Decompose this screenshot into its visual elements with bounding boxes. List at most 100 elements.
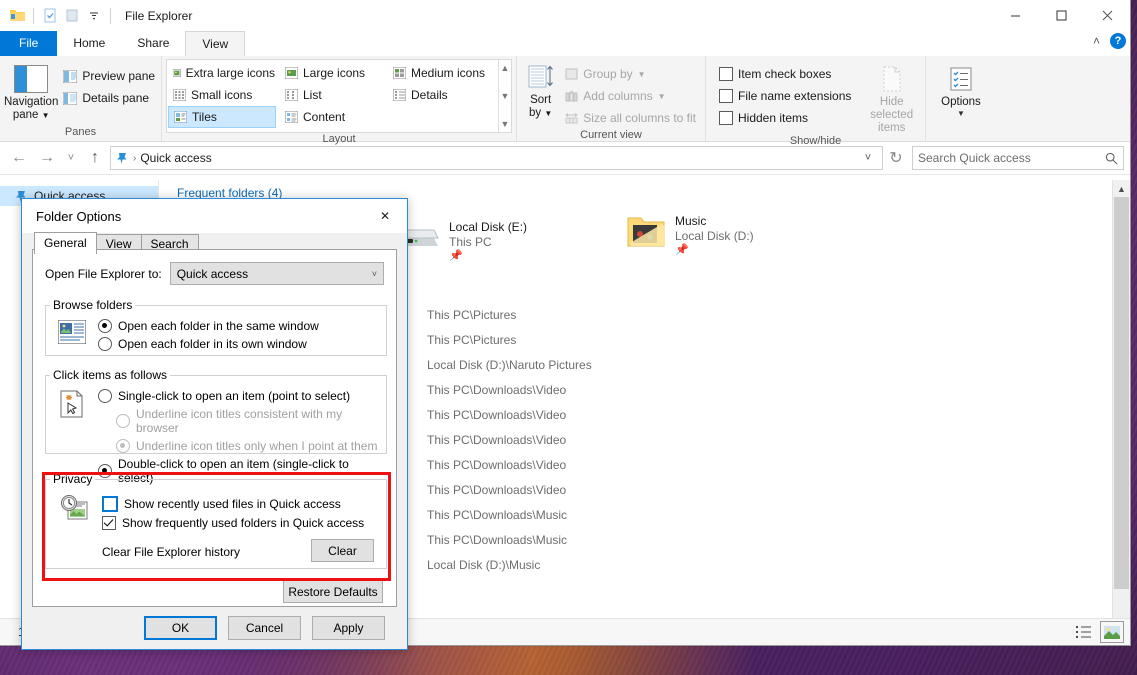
file-name-extensions-option[interactable]: File name extensions [714, 85, 856, 107]
browse-own-window-label: Open each folder in its own window [118, 337, 307, 351]
details-pane-button[interactable]: Details pane [58, 87, 160, 109]
tab-file[interactable]: File [0, 31, 58, 56]
apply-button[interactable]: Apply [312, 616, 385, 640]
sort-by-button[interactable]: Sort by ▼ [521, 61, 560, 120]
ribbon-group-show-hide-label: Show/hide [789, 135, 842, 147]
tile-text: Local Disk (E:) This PC 📌 [449, 220, 527, 263]
scrollbar-thumb[interactable] [1114, 197, 1129, 589]
show-frequent-folders-option[interactable]: Show frequently used folders in Quick ac… [102, 516, 364, 530]
clear-button[interactable]: Clear [311, 539, 374, 562]
customize-chevron-icon[interactable] [83, 5, 105, 27]
size-columns-label: Size all columns to fit [583, 111, 696, 125]
browse-folders-group: Browse folders Open each folder in the s… [45, 298, 387, 356]
preview-pane-button[interactable]: Preview pane [58, 65, 160, 87]
browse-folders-icon [57, 319, 87, 347]
hidden-items-checkbox[interactable] [719, 111, 733, 125]
minimize-button[interactable] [992, 0, 1038, 31]
large-icons-view-button[interactable] [1100, 621, 1124, 643]
layout-content-label: Content [303, 110, 346, 124]
underline-browser-option: Underline icon titles consistent with my… [116, 407, 386, 435]
layout-gallery-scroll[interactable]: ▲ ▼ ▼ [498, 60, 511, 132]
browse-same-window-radio[interactable] [98, 319, 112, 333]
hide-selected-items-button[interactable]: Hide selected items [862, 61, 921, 135]
details-view-button[interactable] [1073, 622, 1095, 642]
properties-icon[interactable] [39, 5, 61, 27]
tab-general[interactable]: General [34, 232, 97, 254]
vertical-scrollbar[interactable]: ▲ ▼ [1112, 180, 1130, 645]
file-row-path: Local Disk (D:)\Naruto Pictures [427, 358, 592, 372]
collapse-ribbon-icon[interactable]: ˄ [1093, 34, 1100, 48]
restore-defaults-button[interactable]: Restore Defaults [283, 580, 383, 603]
ribbon-group-panes: Navigation pane ▼ Preview pane Details pa… [0, 56, 162, 141]
add-columns-chevron-icon: ▼ [657, 91, 666, 101]
layout-scroll-more-icon[interactable]: ▼ [501, 119, 510, 129]
layout-large-icons[interactable]: Large icons [280, 62, 388, 84]
breadcrumb-quick-access[interactable]: Quick access [140, 151, 211, 165]
add-columns-icon [565, 90, 578, 102]
show-recent-files-checkbox[interactable] [102, 496, 118, 512]
layout-list-label: List [303, 88, 322, 102]
layout-scroll-up-icon[interactable]: ▲ [501, 63, 510, 73]
click-items-icon [60, 390, 86, 421]
ribbon-group-show-hide: Item check boxes File name extensions Hi… [706, 56, 926, 147]
add-columns-button[interactable]: Add columns ▼ [560, 85, 701, 107]
navigation-pane-button[interactable]: Navigation pane ▼ [4, 61, 58, 122]
hide-selected-items-label: Hide selected items [870, 96, 914, 134]
tile-local-disk-e[interactable]: Local Disk (E:) This PC 📌 [396, 220, 527, 263]
tab-home[interactable]: Home [57, 31, 121, 56]
open-file-explorer-to-select[interactable]: Quick access ˅ [169, 262, 384, 285]
browse-own-window-radio[interactable] [98, 337, 112, 351]
underline-browser-label: Underline icon titles consistent with my… [136, 407, 343, 435]
browse-same-window-option[interactable]: Open each folder in the same window [98, 319, 319, 333]
tab-share[interactable]: Share [121, 31, 185, 56]
layout-extra-large-icons[interactable]: Extra large icons [168, 62, 280, 84]
search-input[interactable]: Search Quick access [918, 151, 1031, 165]
maximize-button[interactable] [1038, 0, 1084, 31]
ribbon-tabs: File Home Share View ˄ ? [0, 31, 1130, 56]
new-folder-icon[interactable] [61, 5, 83, 27]
recent-locations-button[interactable]: ˅ [62, 145, 80, 171]
tab-view[interactable]: View [185, 31, 246, 56]
group-by-button[interactable]: Group by ▼ [560, 63, 701, 85]
forward-button[interactable]: → [34, 145, 60, 171]
ribbon-group-panes-label: Panes [64, 126, 97, 138]
scroll-up-icon[interactable]: ▲ [1113, 180, 1130, 197]
help-icon[interactable]: ? [1110, 33, 1126, 49]
hidden-items-option[interactable]: Hidden items [714, 107, 856, 129]
search-box[interactable]: Search Quick access [912, 146, 1124, 170]
cancel-button[interactable]: Cancel [228, 616, 301, 640]
layout-tiles[interactable]: Tiles [168, 106, 276, 128]
dialog-close-button[interactable]: ✕ [363, 201, 407, 231]
close-button[interactable] [1084, 0, 1130, 31]
item-check-boxes-option[interactable]: Item check boxes [714, 63, 856, 85]
layout-list[interactable]: List [280, 84, 388, 106]
layout-scroll-down-icon[interactable]: ▼ [501, 91, 510, 101]
tile-music[interactable]: Music Local Disk (D:) 📌 [626, 214, 754, 257]
file-name-extensions-checkbox[interactable] [719, 89, 733, 103]
show-frequent-folders-checkbox[interactable] [102, 516, 116, 530]
layout-medium-icons[interactable]: Medium icons [388, 62, 498, 84]
item-check-boxes-checkbox[interactable] [719, 67, 733, 81]
hide-selected-items-icon [883, 66, 901, 92]
layout-content[interactable]: Content [280, 106, 388, 128]
dialog-page-general: Open File Explorer to: Quick access ˅ Br… [32, 249, 397, 607]
browse-own-window-option[interactable]: Open each folder in its own window [98, 337, 319, 351]
options-button[interactable]: Options ▼ [930, 61, 992, 118]
layout-details[interactable]: Details [388, 84, 498, 106]
item-check-boxes-label: Item check boxes [738, 67, 832, 81]
file-row-path: This PC\Downloads\Music [427, 533, 568, 547]
ribbon-group-options: Options ▼ [926, 56, 996, 141]
ok-button[interactable]: OK [144, 616, 217, 640]
show-recent-files-option[interactable]: Show recently used files in Quick access [102, 496, 364, 512]
size-columns-button[interactable]: Size all columns to fit [560, 107, 701, 129]
options-label: Options [941, 96, 981, 108]
address-dropdown-icon[interactable]: ˅ [858, 152, 878, 164]
folder-icon[interactable] [6, 5, 28, 27]
single-click-option[interactable]: Single-click to open an item (point to s… [98, 389, 386, 403]
single-click-radio[interactable] [98, 389, 112, 403]
options-icon [950, 67, 972, 91]
options-chevron-icon[interactable]: ▼ [957, 109, 965, 118]
back-button[interactable]: ← [6, 145, 32, 171]
layout-small-icons[interactable]: Small icons [168, 84, 280, 106]
up-button[interactable]: ↑ [82, 145, 108, 171]
